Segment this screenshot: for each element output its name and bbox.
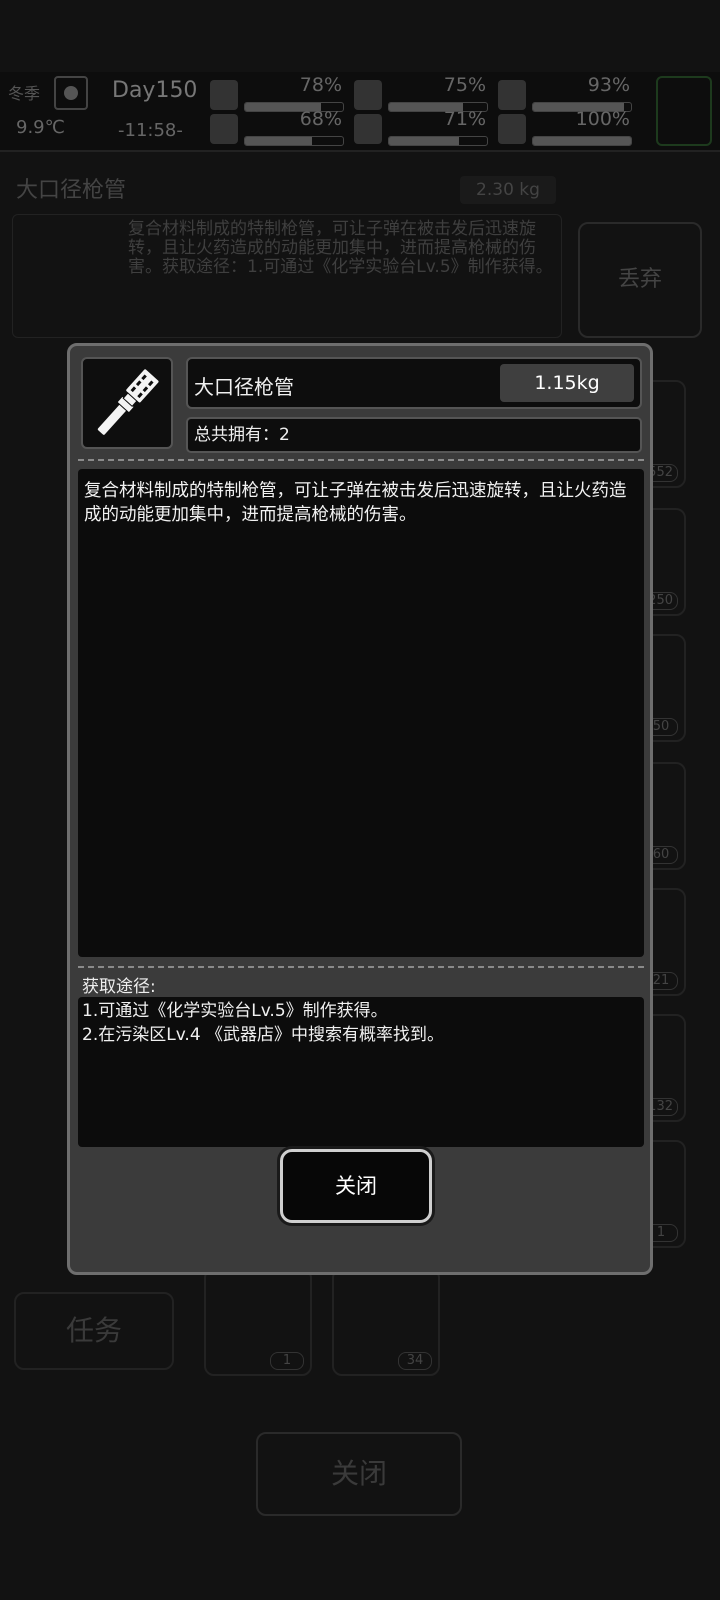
thirst-bar-fill: [389, 137, 459, 145]
divider: [78, 966, 644, 968]
stamina-value: 68%: [299, 108, 342, 130]
gun-barrel-icon: [96, 368, 160, 436]
temperature-label: 9.9℃: [16, 117, 65, 138]
thirst-stat: 71%: [354, 108, 490, 148]
task-button[interactable]: 任务: [14, 1292, 174, 1370]
divider: [78, 459, 644, 461]
medkit-icon: [210, 80, 238, 110]
mood-bar-fill: [533, 137, 631, 145]
bg-close-button[interactable]: 关闭: [256, 1432, 462, 1516]
mood-stat: 100%: [498, 108, 634, 148]
bg-item-description: 复合材料制成的特制枪管，可让子弹在被击发后迅速旋转，且让火药造成的动能更加集中，…: [128, 219, 553, 277]
source-item: 1.可通过《化学实验台Lv.5》制作获得。: [82, 1001, 388, 1021]
sun-icon: [54, 76, 88, 110]
item-weight: 1.15kg: [500, 364, 634, 402]
source-label: 获取途径:: [82, 977, 156, 997]
day-counter: Day150: [112, 78, 198, 103]
bg-item-weight: 2.30 kg: [460, 176, 556, 204]
mood-value: 100%: [575, 108, 630, 130]
stomach-icon: [354, 80, 382, 110]
item-title: 大口径枪管: [194, 375, 294, 399]
thirst-value: 71%: [443, 108, 486, 130]
source-item: 2.在污染区Lv.4 《武器店》中搜索有概率找到。: [82, 1025, 445, 1045]
item-icon-frame: [81, 357, 173, 449]
inventory-slot[interactable]: 34: [332, 1268, 440, 1376]
bg-item-title: 大口径枪管: [16, 178, 127, 203]
item-description: 复合材料制成的特制枪管，可让子弹在被击发后迅速旋转，且让火药造成的动能更加集中，…: [78, 469, 644, 957]
owned-count: 总共拥有：2: [186, 417, 642, 453]
boot-icon: [210, 114, 238, 144]
stamina-stat: 68%: [210, 108, 346, 148]
game-time: -11:58-: [118, 120, 183, 141]
heart-icon: [498, 114, 526, 144]
health-value: 78%: [299, 74, 342, 96]
water-drop-icon: [354, 114, 382, 144]
equipment-slot[interactable]: [656, 76, 712, 146]
inventory-slot[interactable]: 1: [204, 1268, 312, 1376]
close-button[interactable]: 关闭: [280, 1149, 432, 1223]
pill-icon: [498, 80, 526, 110]
item-detail-dialog: 大口径枪管 1.15kg 总共拥有：2 复合材料制成的特制枪管，可让子弹在被击发…: [67, 343, 653, 1275]
item-title-bar: 大口径枪管 1.15kg: [186, 357, 642, 409]
discard-button[interactable]: 丢弃: [578, 222, 702, 338]
immunity-value: 93%: [587, 74, 630, 96]
stamina-bar-fill: [245, 137, 312, 145]
hunger-value: 75%: [443, 74, 486, 96]
source-list: 1.可通过《化学实验台Lv.5》制作获得。 2.在污染区Lv.4 《武器店》中搜…: [78, 997, 644, 1147]
season-label: 冬季: [8, 84, 41, 103]
